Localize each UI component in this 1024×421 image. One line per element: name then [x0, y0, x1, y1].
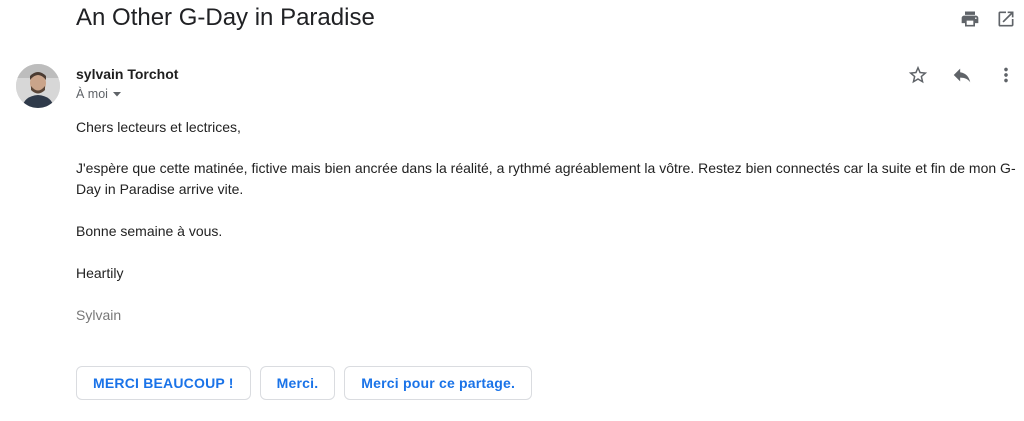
body-paragraph: J'espère que cette matinée, fictive mais…: [76, 160, 1016, 197]
sender-name[interactable]: sylvain Torchot: [76, 65, 178, 83]
print-icon[interactable]: [958, 7, 982, 31]
closing-line: Heartily: [76, 265, 124, 281]
quick-reply-merci-partage[interactable]: Merci pour ce partage.: [344, 366, 533, 400]
smart-replies: MERCI BEAUCOUP ! Merci. Merci pour ce pa…: [76, 366, 533, 400]
greeting: Chers lecteurs et lectrices,: [76, 119, 241, 135]
message-actions: [906, 63, 1018, 87]
message-body: Chers lecteurs et lectrices, J'espère qu…: [76, 117, 1016, 326]
more-vert-icon[interactable]: [994, 63, 1018, 87]
reply-icon[interactable]: [950, 63, 974, 87]
sender-avatar[interactable]: [16, 64, 60, 108]
top-actions: [958, 7, 1018, 31]
recipient-label: À moi: [76, 87, 108, 101]
sender-info: sylvain Torchot À moi: [76, 65, 178, 101]
star-icon[interactable]: [906, 63, 930, 87]
chevron-down-icon: [112, 92, 121, 97]
recipient-toggle[interactable]: À moi: [76, 87, 178, 101]
wish-line: Bonne semaine à vous.: [76, 223, 223, 239]
quick-reply-merci[interactable]: Merci.: [259, 366, 336, 400]
signature: Sylvain: [76, 307, 122, 323]
open-in-new-window-icon[interactable]: [994, 7, 1018, 31]
quick-reply-merci-beaucoup[interactable]: MERCI BEAUCOUP !: [76, 366, 251, 400]
email-subject: An Other G-Day in Paradise: [76, 4, 375, 31]
